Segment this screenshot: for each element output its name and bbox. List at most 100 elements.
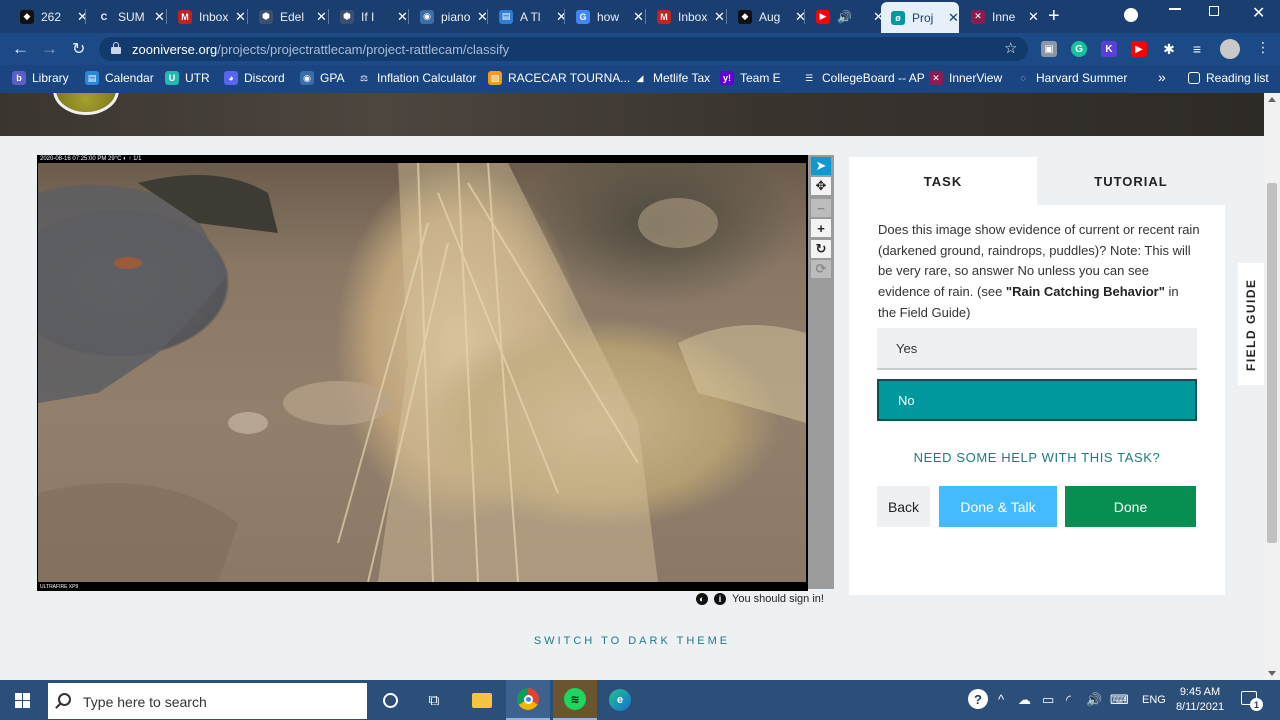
info-icon[interactable]: i: [714, 593, 726, 605]
volume-icon[interactable]: 🔊: [1086, 692, 1102, 708]
tab-close-icon[interactable]: ✕: [316, 9, 327, 25]
scroll-up-icon[interactable]: [1268, 97, 1276, 102]
extensions-puzzle-icon[interactable]: ✱: [1161, 41, 1177, 57]
reading-list-button[interactable]: Reading list: [1188, 71, 1269, 85]
browser-tab[interactable]: ⬢ Edel ✕: [249, 4, 327, 29]
tab-close-icon[interactable]: ✕: [633, 9, 644, 25]
more-bookmarks-icon[interactable]: »: [1158, 69, 1166, 85]
tab-task[interactable]: TASK: [849, 157, 1037, 205]
youtube-extension-icon[interactable]: ▶: [1131, 41, 1147, 57]
tray-chevron-icon[interactable]: ^: [998, 692, 1004, 707]
chrome-button[interactable]: [506, 680, 550, 720]
project-avatar[interactable]: [53, 93, 119, 115]
browser-tab[interactable]: ◆ 262 ✕: [10, 4, 88, 29]
extension-cube-icon[interactable]: ▣: [1041, 41, 1057, 57]
profile-avatar[interactable]: [1220, 39, 1240, 59]
bookmark-item[interactable]: b Library: [12, 71, 69, 85]
bookmark-item[interactable]: ☰ CollegeBoard -- AP: [802, 71, 925, 85]
tab-close-icon[interactable]: ✕: [1028, 9, 1039, 25]
browser-tab[interactable]: M Inbox ✕: [647, 4, 725, 29]
page-scrollbar[interactable]: [1264, 93, 1280, 680]
camera-trap-image[interactable]: [38, 163, 806, 582]
scroll-down-icon[interactable]: [1268, 671, 1276, 676]
tab-search-icon[interactable]: [1124, 8, 1138, 22]
wifi-icon[interactable]: ◜: [1066, 692, 1071, 708]
bookmark-item[interactable]: ◌ Harvard Summer: [1016, 71, 1127, 85]
browser-tab[interactable]: C SUM ✕: [87, 4, 165, 29]
zoom-in-icon[interactable]: +: [811, 219, 831, 237]
tab-close-icon[interactable]: ✕: [714, 9, 725, 25]
reload-icon[interactable]: ↻: [72, 39, 85, 59]
browser-tab[interactable]: ▶ 🔊 ✕: [806, 4, 884, 29]
task-help-link[interactable]: NEED SOME HELP WITH THIS TASK?: [849, 450, 1225, 465]
close-window-icon[interactable]: ✕: [1252, 3, 1265, 23]
bookmark-item[interactable]: ▨ RACECAR TOURNA...: [488, 71, 630, 85]
tab-close-icon[interactable]: ✕: [397, 9, 408, 25]
windows-start-icon[interactable]: [15, 693, 31, 709]
browser-menu-icon[interactable]: ⋮: [1256, 39, 1270, 56]
browser-tab[interactable]: ◉ piano ✕: [410, 4, 488, 29]
back-button[interactable]: Back: [877, 486, 930, 527]
onedrive-icon[interactable]: ☁: [1018, 692, 1031, 708]
cortana-button[interactable]: [368, 680, 412, 720]
done-and-talk-button[interactable]: Done & Talk: [939, 486, 1057, 527]
address-bar[interactable]: zooniverse.org/projects/projectrattlecam…: [99, 37, 1028, 61]
bookmark-item[interactable]: ⚖ Inflation Calculator: [357, 71, 476, 85]
system-clock[interactable]: 9:45 AM 8/11/2021: [1168, 685, 1232, 715]
browser-tab[interactable]: ✕ Inne ✕: [961, 4, 1039, 29]
bookmark-item[interactable]: ◉ GPA: [300, 71, 344, 85]
notification-center-icon[interactable]: 1: [1241, 691, 1263, 711]
bookmark-item[interactable]: ▤ Calendar: [85, 71, 154, 85]
grammarly-icon[interactable]: G: [1071, 41, 1087, 57]
zoom-out-icon[interactable]: −: [811, 199, 831, 217]
pointer-tool-icon[interactable]: ➤: [811, 157, 831, 175]
task-view-button[interactable]: ⧉: [412, 680, 456, 720]
question-emphasis: "Rain Catching Behavior": [1005, 284, 1165, 300]
bookmark-item[interactable]: ✕ InnerView: [929, 71, 1002, 85]
tab-close-icon[interactable]: ✕: [235, 9, 246, 25]
edge-button[interactable]: e: [598, 680, 642, 720]
extension-k-icon[interactable]: K: [1101, 41, 1117, 57]
browser-tab[interactable]: M Inbox ✕: [168, 4, 246, 29]
new-tab-icon[interactable]: +: [1048, 5, 1060, 28]
lock-icon: [111, 42, 121, 54]
answer-yes-button[interactable]: Yes: [877, 328, 1197, 370]
move-tool-icon[interactable]: ✥: [811, 177, 831, 195]
reset-view-icon[interactable]: ⟳: [811, 260, 831, 278]
spotify-button[interactable]: ≋: [553, 680, 597, 720]
scroll-thumb[interactable]: [1267, 183, 1277, 543]
bookmark-star-icon[interactable]: ☆: [1004, 39, 1017, 57]
tab-audio-icon[interactable]: 🔊: [837, 10, 869, 24]
keyboard-icon[interactable]: ⌨: [1110, 692, 1129, 708]
browser-tab[interactable]: ◆ Aug ✕: [728, 4, 806, 29]
battery-icon[interactable]: ▭: [1042, 692, 1054, 708]
browser-tab[interactable]: ø Proj ✕: [881, 2, 959, 33]
browser-tab[interactable]: ▤ A Tl ✕: [489, 4, 567, 29]
browser-tab-label: Aug: [759, 9, 781, 24]
language-indicator[interactable]: ENG: [1142, 694, 1166, 706]
bookmark-item[interactable]: ◢ Metlife Tax: [633, 71, 710, 85]
tab-close-icon[interactable]: ✕: [948, 10, 959, 26]
forward-arrow-icon[interactable]: →: [41, 39, 58, 59]
task-question: Does this image show evidence of current…: [878, 220, 1200, 324]
bookmark-item[interactable]: ◕ Discord: [224, 71, 285, 85]
answer-no-button[interactable]: No: [877, 379, 1197, 421]
playlist-icon[interactable]: ≡: [1189, 41, 1205, 57]
field-guide-tab[interactable]: FIELD GUIDE: [1238, 263, 1264, 385]
maximize-icon[interactable]: [1209, 6, 1219, 16]
browser-tab[interactable]: ⬢ If I ✕: [330, 4, 408, 29]
rotate-icon[interactable]: ↻: [811, 240, 831, 258]
back-arrow-icon[interactable]: ←: [12, 39, 29, 59]
help-question-icon[interactable]: ?: [968, 689, 988, 709]
tab-close-icon[interactable]: ✕: [154, 9, 165, 25]
file-explorer-button[interactable]: [460, 680, 504, 720]
bookmark-item[interactable]: y! Team E: [720, 71, 781, 85]
tab-tutorial[interactable]: TUTORIAL: [1037, 157, 1225, 205]
contrast-icon[interactable]: ◐: [696, 593, 708, 605]
bookmark-item[interactable]: U UTR: [165, 71, 210, 85]
dark-theme-toggle[interactable]: SWITCH TO DARK THEME: [0, 635, 1264, 647]
minimize-icon[interactable]: [1169, 8, 1181, 10]
browser-tab[interactable]: Ghow ✕: [566, 4, 644, 29]
done-button[interactable]: Done: [1065, 486, 1196, 527]
taskbar-search-input[interactable]: Type here to search: [48, 683, 367, 719]
